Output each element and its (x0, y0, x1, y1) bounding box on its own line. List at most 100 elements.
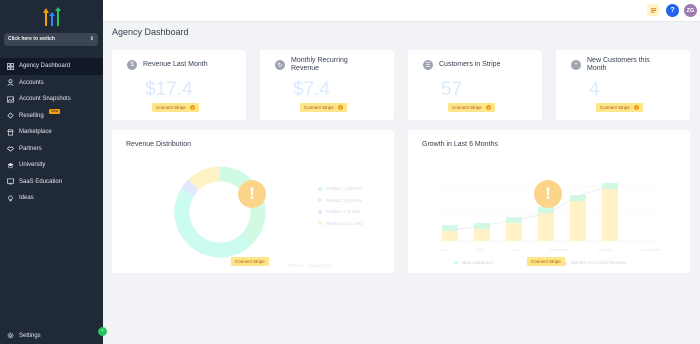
legend-label: Monthly Recurring Revenue (571, 260, 627, 266)
connect-stripe-button[interactable]: Connect Stripe ! (596, 103, 643, 112)
stat-value: $7.4 (293, 79, 330, 100)
sidebar-item-label: Agency Dashboard (19, 63, 71, 70)
dashboard-icon (7, 62, 14, 70)
x-tick-label: December (641, 247, 660, 252)
donut-legend: Product 1 (38.3%) Product 2 (45.3%) Prod… (318, 183, 362, 229)
sidebar-item-label: Ideas (19, 195, 34, 202)
legend-label: Product 3 (4.1%) (326, 209, 360, 215)
legend-label: Product 1 (38.3%) (326, 186, 363, 192)
connect-stripe-button[interactable]: Connect Stripe (231, 257, 269, 266)
legend-swatch (318, 221, 322, 226)
recurring-icon: ↻ (275, 60, 285, 70)
why-seeing-this-link[interactable]: Why am I seeing this? (288, 263, 332, 268)
page-title: Agency Dashboard (112, 27, 189, 37)
growth-card: Growth in Last 6 Months ! Feb Mar April … (408, 130, 690, 273)
sidebar-item-label: Reselling (19, 112, 44, 119)
donut-slice (180, 179, 199, 197)
logo-icon[interactable] (41, 7, 63, 26)
warning-icon: ! (485, 105, 491, 110)
legend-swatch (318, 209, 322, 214)
gear-icon (7, 332, 14, 339)
new-badge: New (49, 108, 61, 114)
avatar[interactable]: ZG (684, 4, 697, 17)
partners-icon (7, 145, 14, 152)
chevron-updown-icon: ⇕ (89, 36, 94, 42)
warning-icon: ! (238, 180, 266, 208)
connect-stripe-button[interactable]: Connect Stripe ! (152, 103, 199, 112)
x-tick-label: January (597, 247, 613, 252)
reselling-icon (7, 112, 14, 119)
connect-stripe-button[interactable]: Connect Stripe ! (448, 103, 495, 112)
sidebar-item-account-snapshots[interactable]: Account Snapshots (0, 91, 103, 108)
legend-label: Product 4 (12.3%) (326, 220, 363, 226)
switcher-label: Click here to switch (8, 36, 55, 42)
x-tick-label: April (512, 247, 521, 252)
collapse-sidebar-button[interactable]: ‹ (98, 327, 107, 336)
university-icon (7, 162, 14, 169)
donut-slice (188, 166, 221, 191)
connect-stripe-label: Connect Stripe (156, 105, 186, 110)
sidebar-item-saas-education[interactable]: SaaS Education (0, 174, 103, 191)
sidebar-item-label: Marketplace (19, 129, 52, 136)
help-button[interactable]: ? (666, 4, 679, 17)
sidebar-item-partners[interactable]: Partners (0, 141, 103, 158)
new-customer-icon: + (571, 60, 581, 70)
stat-card-new-customers: + New Customers this Month 4 Connect Str… (556, 50, 690, 120)
legend-item: Product 4 (12.3%) (318, 218, 362, 230)
sidebar-item-ideas[interactable]: Ideas (0, 190, 103, 207)
legend-swatch (318, 186, 322, 191)
lightbulb-icon (7, 195, 14, 202)
legend-label: Product 2 (45.3%) (326, 197, 363, 203)
warning-icon: ! (633, 105, 639, 110)
stat-title: New Customers this Month (587, 57, 650, 72)
connect-stripe-label: Connect Stripe (235, 259, 265, 264)
user-icon (7, 79, 14, 87)
sidebar-item-university[interactable]: University (0, 157, 103, 174)
growth-bar (602, 189, 618, 241)
growth-bar (474, 229, 490, 241)
warning-icon: ! (189, 105, 195, 110)
notification-icon[interactable] (647, 4, 659, 16)
x-tick-label: Mar (476, 247, 484, 252)
sidebar-item-label: University (19, 162, 46, 169)
warning-icon: ! (534, 180, 562, 208)
stat-value: 57 (441, 79, 463, 100)
growth-bar (538, 213, 554, 241)
stat-title: Monthly Recurring Revenue (291, 57, 348, 72)
snapshot-icon (7, 96, 14, 103)
sidebar-item-agency-dashboard[interactable]: Agency Dashboard (0, 58, 103, 75)
sidebar-item-label: Account Snapshots (19, 96, 71, 103)
marketplace-icon (7, 129, 14, 136)
sidebar-item-label: SaaS Education (19, 178, 63, 185)
top-bar: ? ZG (103, 0, 700, 22)
legend-item: Product 1 (38.3%) (318, 183, 362, 195)
stat-title: Customers in Stripe (439, 61, 501, 68)
x-tick-label: December (550, 247, 569, 252)
growth-bar-segment (442, 225, 458, 231)
stat-value: 4 (589, 79, 600, 100)
legend-swatch (454, 260, 458, 265)
sidebar-item-accounts[interactable]: Accounts (0, 75, 103, 92)
saas-education-icon (7, 178, 14, 185)
sidebar-item-label: Partners (19, 145, 42, 152)
connect-stripe-button[interactable]: Connect Stripe (527, 257, 565, 266)
settings-label: Settings (19, 332, 41, 339)
connect-stripe-label: Connect Stripe (304, 105, 334, 110)
legend-label: New customers (462, 260, 494, 266)
stat-card-customers-in-stripe: ☰ Customers in Stripe 57 Connect Stripe … (408, 50, 542, 120)
x-tick-label: Feb (440, 247, 447, 252)
card-title: Growth in Last 6 Months (422, 141, 498, 148)
sidebar-item-settings[interactable]: Settings (7, 332, 41, 339)
stat-value: $17.4 (145, 79, 193, 100)
card-title: Revenue Distribution (126, 141, 191, 148)
connect-stripe-button[interactable]: Connect Stripe ! (300, 103, 347, 112)
sidebar-item-marketplace[interactable]: Marketplace (0, 124, 103, 141)
connect-stripe-label: Connect Stripe (452, 105, 482, 110)
sidebar-item-reselling[interactable]: Reselling New (0, 108, 103, 125)
growth-bar (570, 201, 586, 241)
legend-item: New customers (454, 257, 493, 269)
connect-stripe-label: Connect Stripe (600, 105, 630, 110)
location-switcher[interactable]: Click here to switch ⇕ (4, 33, 98, 46)
stat-card-revenue-last-month: $ Revenue Last Month $17.4 Connect Strip… (112, 50, 246, 120)
revenue-donut-chart (174, 166, 266, 258)
